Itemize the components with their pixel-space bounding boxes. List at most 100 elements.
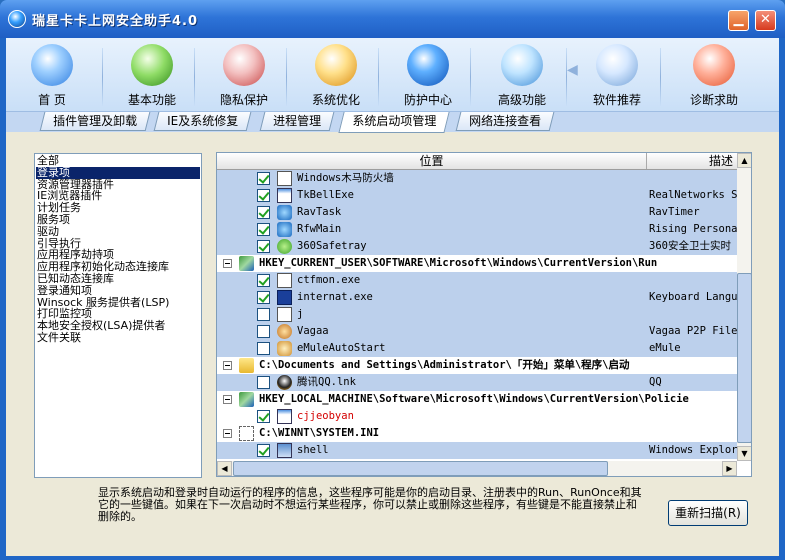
table-row[interactable]: eMuleAutoStart eMule (217, 340, 737, 357)
home-icon (31, 44, 73, 86)
item-name: RfwMain (297, 223, 342, 235)
tab-3[interactable]: 进程管理 (259, 112, 335, 131)
client-area: 首 页 基本功能 隐私保护 系统优化 防护中心 高级功能 软件推荐 诊断求助 ◀ 插件管理及卸载… (6, 38, 779, 556)
scroll-left-arrow-icon[interactable]: ◀ (217, 461, 232, 476)
toolbar-button-label: 隐私保护 (219, 93, 268, 107)
item-name: j (297, 308, 304, 320)
vertical-scroll-thumb[interactable] (737, 273, 751, 443)
table-row[interactable]: cjjeobyan (217, 408, 737, 425)
table-row[interactable]: shell Windows Explor (217, 442, 737, 459)
tab-label: 插件管理及卸载 (53, 114, 138, 128)
item-name: 360Safetray (297, 240, 367, 252)
tab-2[interactable]: IE及系统修复 (153, 112, 252, 131)
toolbar-scroll-left-icon[interactable]: ◀ (567, 62, 578, 78)
horizontal-scroll-thumb[interactable] (233, 461, 608, 476)
toolbar-button-1[interactable]: 首 页 (6, 38, 98, 112)
help-icon (277, 290, 292, 305)
toolbar-button-label: 软件推荐 (592, 93, 641, 107)
enable-checkbox[interactable] (257, 189, 270, 202)
toolbar-separator (194, 48, 195, 106)
scroll-up-arrow-icon[interactable]: ▲ (737, 153, 751, 168)
toolbar-button-5[interactable]: 防护中心 (382, 38, 474, 112)
collapse-toggle-icon[interactable] (223, 361, 232, 370)
heart-hands-icon (693, 44, 735, 86)
item-name: eMuleAutoStart (297, 342, 386, 354)
toolbar-separator (102, 48, 103, 106)
rescan-button[interactable]: 重新扫描(R) (668, 500, 748, 526)
table-row[interactable]: Vagaa Vagaa P2P File (217, 323, 737, 340)
table-row[interactable]: RfwMain Rising Persona (217, 221, 737, 238)
toolbar-button-3[interactable]: 隐私保护 (198, 38, 290, 112)
enable-checkbox[interactable] (257, 342, 270, 355)
group-path: HKEY_CURRENT_USER\SOFTWARE\Microsoft\Win… (259, 257, 658, 269)
item-name: TkBellExe (297, 189, 354, 201)
tab-4[interactable]: 系统启动项管理 (338, 112, 450, 133)
enable-checkbox[interactable] (257, 291, 270, 304)
table-row[interactable]: j (217, 306, 737, 323)
category-item[interactable]: 已知动态连接库 (36, 273, 200, 285)
scroll-right-arrow-icon[interactable]: ▶ (722, 461, 737, 476)
item-name: 腾讯QQ.lnk (297, 376, 356, 388)
table-row[interactable]: ctfmon.exe (217, 272, 737, 289)
item-name: Windows木马防火墙 (297, 172, 394, 184)
table-row[interactable]: 360Safetray 360安全卫士实时 (217, 238, 737, 255)
group-row[interactable]: HKEY_LOCAL_MACHINE\Software\Microsoft\Wi… (217, 391, 737, 408)
tab-5[interactable]: 网络连接查看 (455, 112, 555, 131)
collapse-toggle-icon[interactable] (223, 259, 232, 268)
main-window: 瑞星卡卡上网安全助手4.0 ▁ ✕ 首 页 基本功能 隐私保护 系统优化 防护中心 高级功… (0, 0, 785, 560)
table-row[interactable]: 腾讯QQ.lnk QQ (217, 374, 737, 391)
toolbar-button-6[interactable]: 高级功能 (474, 38, 570, 112)
item-description: 360安全卫士实时 (649, 240, 731, 252)
enable-checkbox[interactable] (257, 308, 270, 321)
item-description: Vagaa P2P File (649, 325, 737, 337)
table-row[interactable]: internat.exe Keyboard Langu (217, 289, 737, 306)
category-item[interactable]: 登录项 (36, 166, 200, 179)
toolbar-button-4[interactable]: 系统优化 (290, 38, 382, 112)
item-name: internat.exe (297, 291, 373, 303)
collapse-toggle-icon[interactable] (223, 429, 232, 438)
enable-checkbox[interactable] (257, 172, 270, 185)
close-button[interactable]: ✕ (755, 10, 776, 31)
grid-rows: Windows木马防火墙 TkBellExe RealNetworks S RavTa… (217, 170, 737, 461)
enable-checkbox[interactable] (257, 410, 270, 423)
vertical-scrollbar[interactable]: ▲ ▼ (737, 153, 751, 461)
group-row[interactable]: C:\WINNT\SYSTEM.INI (217, 425, 737, 442)
category-item[interactable]: 服务项 (36, 214, 200, 226)
tab-label: IE及系统修复 (167, 114, 239, 128)
startup-items-grid[interactable]: 位置 描述 Windows木马防火墙 TkBellExe RealNetworks … (216, 152, 752, 477)
scroll-down-arrow-icon[interactable]: ▼ (737, 446, 751, 461)
table-row[interactable]: TkBellExe RealNetworks S (217, 187, 737, 204)
text-icon (277, 307, 292, 322)
enable-checkbox[interactable] (257, 325, 270, 338)
toolbar-button-8[interactable]: 诊断求助 (664, 38, 764, 112)
toolbar-button-7[interactable]: 软件推荐 (570, 38, 664, 112)
toolbar-button-2[interactable]: 基本功能 (106, 38, 198, 112)
enable-checkbox[interactable] (257, 274, 270, 287)
category-item[interactable]: 驱动 (36, 225, 200, 238)
table-row[interactable]: Windows木马防火墙 (217, 170, 737, 187)
collapse-toggle-icon[interactable] (223, 395, 232, 404)
enable-checkbox[interactable] (257, 444, 270, 457)
enable-checkbox[interactable] (257, 376, 270, 389)
category-item[interactable]: 登录通知项 (36, 284, 200, 297)
enable-checkbox[interactable] (257, 223, 270, 236)
column-header-description[interactable]: 描述 (647, 153, 737, 169)
group-row[interactable]: C:\Documents and Settings\Administrator\… (217, 357, 737, 374)
enable-checkbox[interactable] (257, 206, 270, 219)
title-bar[interactable]: 瑞星卡卡上网安全助手4.0 ▁ ✕ (0, 0, 785, 38)
minimize-button[interactable]: ▁ (728, 10, 749, 31)
category-list[interactable]: 全部 登录项 资源管理器插件 IE浏览器插件 计划任务 服务项 驱动 引导执行 应用程序劫持项应… (34, 153, 202, 478)
toolbar-button-label: 诊断求助 (689, 93, 738, 107)
main-toolbar: 首 页 基本功能 隐私保护 系统优化 防护中心 高级功能 软件推荐 诊断求助 ◀ (6, 38, 779, 112)
table-row[interactable]: RavTask RavTimer (217, 204, 737, 221)
shield-icon (223, 44, 265, 86)
rav-icon (277, 222, 292, 237)
column-header-location[interactable]: 位置 (217, 153, 647, 169)
app-logo-icon (8, 10, 26, 28)
category-item[interactable]: 文件关联 (36, 332, 200, 344)
group-row[interactable]: HKEY_CURRENT_USER\SOFTWARE\Microsoft\Win… (217, 255, 737, 272)
horizontal-scrollbar[interactable]: ◀ ▶ (217, 461, 737, 476)
item-name: RavTask (297, 206, 342, 218)
enable-checkbox[interactable] (257, 240, 270, 253)
tab-1[interactable]: 插件管理及卸载 (39, 112, 151, 131)
